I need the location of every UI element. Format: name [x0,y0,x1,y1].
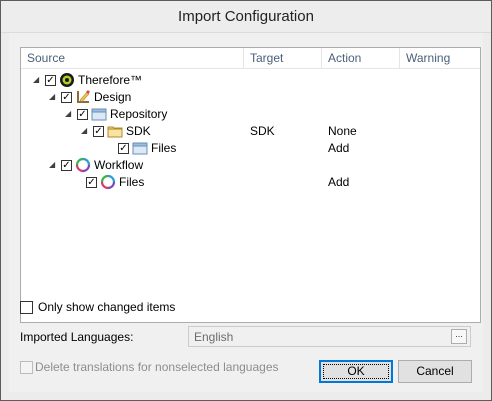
import-configuration-dialog: Import Configuration Source Target Actio… [0,0,492,401]
tree-row-repository[interactable]: ◢ ✓ Repository [21,106,480,123]
expand-arrow-icon[interactable]: ◢ [49,161,57,169]
tree-header: Source Target Action Warning [21,48,480,69]
action-cell: Add [328,175,350,189]
checkbox-therefore[interactable]: ✓ [45,75,56,86]
expand-arrow-icon[interactable]: ◢ [33,76,41,84]
checkbox-repository[interactable]: ✓ [77,109,88,120]
tree-row-sdk[interactable]: ◢ ✓ SDK SDK None [21,123,480,140]
design-icon [75,89,91,105]
action-cell: None [328,124,357,138]
tree-label: Repository [110,107,168,121]
column-source[interactable]: Source [21,48,244,68]
window-frame-left [1,33,9,400]
languages-field: English ... [188,326,471,347]
column-action[interactable]: Action [322,48,400,68]
tree-row-design[interactable]: ◢ ✓ Design [21,89,480,106]
expand-arrow-icon[interactable]: ◢ [81,127,89,135]
therefore-logo-icon [59,72,75,88]
imported-languages-label: Imported Languages: [20,330,134,344]
repository-folder-icon [91,106,107,122]
languages-value: English [194,330,234,344]
tree-row-sdk-files[interactable]: ✓ Files Add [21,140,480,157]
tree-label: Therefore™ [78,73,143,87]
window-frame-bottom [1,392,491,400]
only-changed-label[interactable]: Only show changed items [38,300,175,314]
files-icon [132,140,148,156]
delete-translations-checkbox[interactable] [20,361,33,374]
tree-row-therefore[interactable]: ◢ ✓ Therefore™ [21,72,480,89]
tree-row-workflow-files[interactable]: ✓ Files Add [21,174,480,191]
tree-label: Files [151,141,177,155]
focus-rectangle [323,364,389,379]
dialog-client-area: Source Target Action Warning ◢ ✓ Therefo… [9,33,483,392]
tree-label: Design [94,90,132,104]
cancel-button[interactable]: Cancel [398,360,472,383]
ok-button[interactable]: OK [319,360,393,383]
checkbox-sdk-files[interactable]: ✓ [118,143,129,154]
workflow-icon [75,157,91,173]
folder-icon [107,123,123,139]
languages-browse-button[interactable]: ... [451,329,467,344]
checkbox-workflow-files[interactable]: ✓ [86,177,97,188]
only-changed-checkbox[interactable] [20,301,33,314]
tree-row-workflow[interactable]: ◢ ✓ Workflow [21,157,480,174]
column-warning[interactable]: Warning [400,48,480,68]
checkbox-workflow[interactable]: ✓ [61,160,72,171]
import-tree-list[interactable]: Source Target Action Warning ◢ ✓ Therefo… [20,47,481,323]
target-cell: SDK [250,124,275,138]
expand-arrow-icon[interactable]: ◢ [49,93,57,101]
window-frame-right [483,33,491,400]
delete-translations-label: Delete translations for nonselected lang… [35,360,279,374]
checkbox-design[interactable]: ✓ [61,92,72,103]
dialog-title: Import Configuration [1,1,491,33]
column-target[interactable]: Target [244,48,322,68]
workflow-files-icon [100,174,116,190]
tree-label: Files [119,175,145,189]
tree-label: SDK [126,124,151,138]
checkbox-sdk[interactable]: ✓ [93,126,104,137]
expand-arrow-icon[interactable]: ◢ [65,110,73,118]
tree-label: Workflow [94,158,144,172]
action-cell: Add [328,141,350,155]
